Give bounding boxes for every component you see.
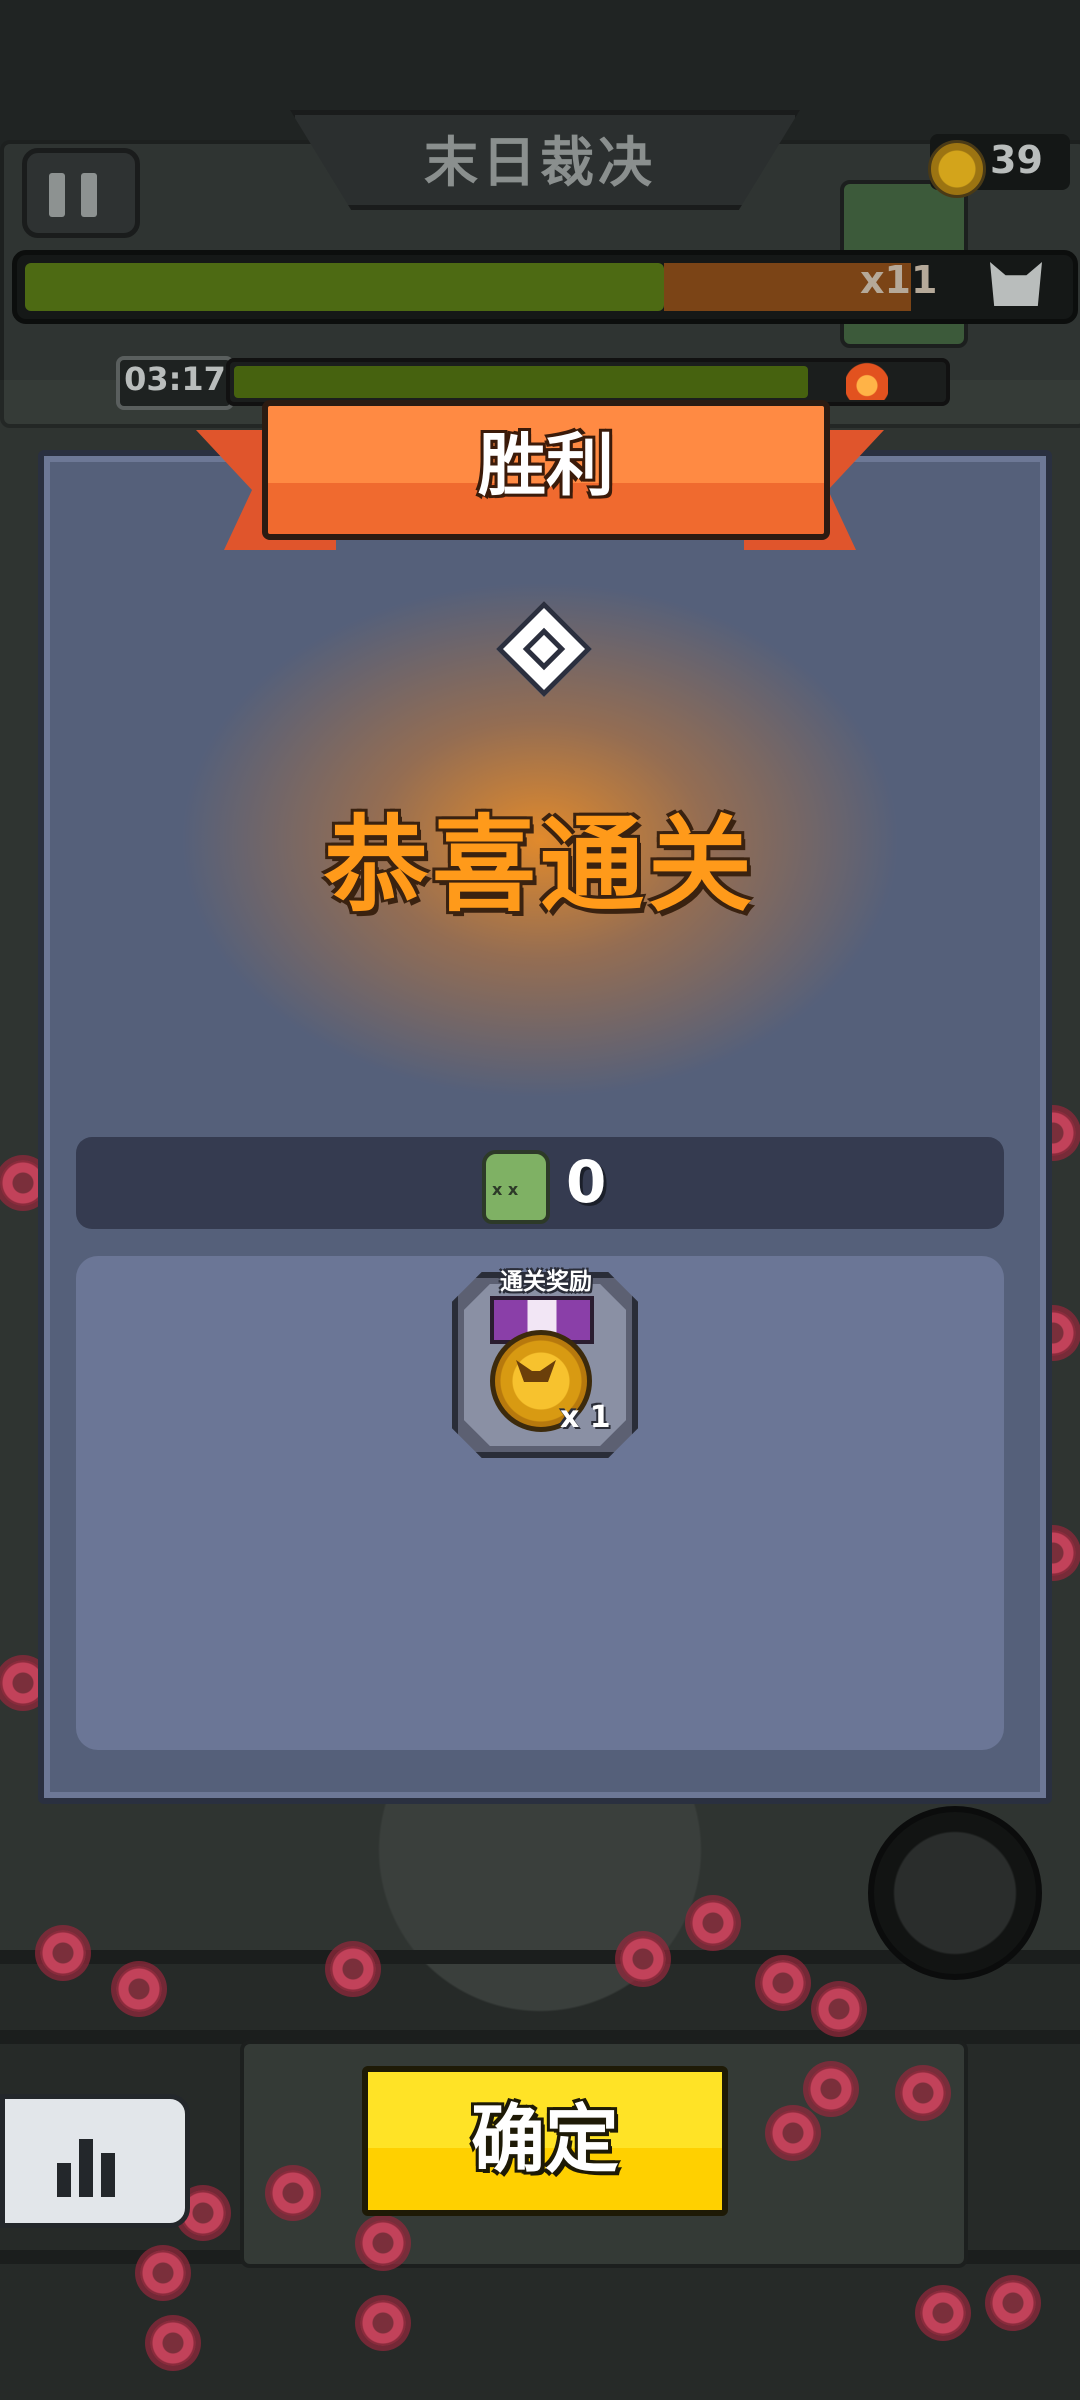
gear-enemy: [620, 1936, 666, 1982]
gear-enemy: [920, 2290, 966, 2336]
gear-enemy: [900, 2070, 946, 2116]
gear-enemy: [140, 2250, 186, 2296]
gear-enemy: [770, 2110, 816, 2156]
gear-enemy: [270, 2170, 316, 2216]
bar-chart-icon-bar: [79, 2139, 93, 2197]
zombie-icon: x x: [482, 1150, 550, 1224]
congrats-headline: 恭喜通关: [323, 804, 756, 926]
level-title: 末日裁决: [424, 131, 656, 194]
gear-enemy: [360, 2220, 406, 2266]
reward-label: 通关奖励: [500, 1269, 592, 1295]
bar-chart-icon: [57, 2163, 71, 2197]
gear-enemy: [990, 2280, 1036, 2326]
victory-title: 胜利: [477, 427, 614, 506]
gear-enemy: [360, 2300, 406, 2346]
medal-count: 39: [990, 138, 1043, 182]
pause-icon: [49, 173, 65, 217]
gear-enemy: [116, 1966, 162, 2012]
bar-chart-icon-bar: [101, 2153, 115, 2197]
gear-enemy: [760, 1960, 806, 2006]
pause-icon-bar: [81, 173, 97, 217]
timer: 03:17: [124, 360, 226, 398]
time-progress-fill: [234, 366, 808, 398]
kill-count: 0: [566, 1148, 607, 1216]
stats-button[interactable]: [0, 2094, 190, 2228]
reward-quantity: x 1: [560, 1400, 611, 1435]
boss-health-multiplier: x11: [860, 258, 938, 302]
medal-icon: [928, 140, 986, 198]
pause-button[interactable]: [22, 148, 140, 238]
skill-button[interactable]: [868, 1806, 1042, 1980]
boss-health-fill: [25, 263, 664, 311]
confirm-button-label[interactable]: 确定: [362, 2080, 728, 2187]
time-progress-bar: [226, 358, 950, 406]
gear-enemy: [150, 2320, 196, 2366]
fire-icon: [846, 352, 888, 400]
zombie-icon-eyes: x x: [492, 1180, 519, 1199]
gear-enemy: [330, 1946, 376, 1992]
gear-enemy: [40, 1930, 86, 1976]
gear-enemy: [816, 1986, 862, 2032]
gear-enemy: [690, 1900, 736, 1946]
gear-enemy: [808, 2066, 854, 2112]
